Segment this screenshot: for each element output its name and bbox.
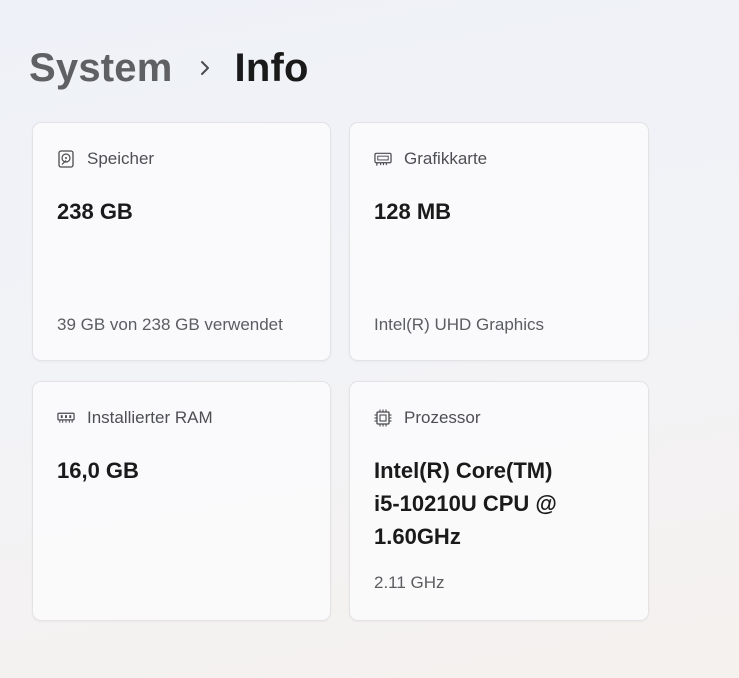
graphics-card-header: Grafikkarte bbox=[374, 149, 487, 169]
processor-value: Intel(R) Core(TM) i5-10210U CPU @ 1.60GH… bbox=[374, 454, 604, 553]
processor-value-line: i5-10210U CPU @ bbox=[374, 491, 557, 516]
ram-card[interactable]: Installierter RAM 16,0 GB bbox=[32, 381, 331, 621]
storage-value: 238 GB bbox=[57, 199, 133, 224]
breadcrumb: System Info bbox=[29, 42, 309, 94]
graphics-adapter-name: Intel(R) UHD Graphics bbox=[374, 315, 545, 334]
graphics-memory-value: 128 MB bbox=[374, 199, 452, 224]
ram-value: 16,0 GB bbox=[57, 458, 139, 483]
storage-card-title: Speicher bbox=[87, 149, 155, 168]
processor-value-line: 1.60GHz bbox=[374, 524, 461, 549]
graphics-card[interactable]: Grafikkarte 128 MB Intel(R) UHD Graphics bbox=[349, 122, 649, 361]
processor-speed: 2.11 GHz bbox=[374, 573, 445, 592]
graphics-card-icon bbox=[374, 150, 392, 168]
processor-icon bbox=[374, 409, 392, 427]
processor-value-line: Intel(R) Core(TM) bbox=[374, 458, 553, 483]
page-title: Info bbox=[234, 45, 309, 90]
storage-card-header: Speicher bbox=[57, 149, 154, 169]
ram-card-title: Installierter RAM bbox=[87, 408, 213, 427]
breadcrumb-system-link[interactable]: System bbox=[29, 46, 173, 91]
graphics-card-title: Grafikkarte bbox=[404, 149, 488, 168]
processor-card-title: Prozessor bbox=[404, 408, 481, 427]
storage-card[interactable]: Speicher 238 GB 39 GB von 238 GB verwend… bbox=[32, 122, 331, 361]
ram-icon bbox=[57, 409, 75, 427]
storage-usage: 39 GB von 238 GB verwendet bbox=[57, 315, 283, 334]
hard-drive-icon bbox=[57, 150, 75, 168]
processor-card[interactable]: Prozessor Intel(R) Core(TM) i5-10210U CP… bbox=[349, 381, 649, 621]
processor-card-header: Prozessor bbox=[374, 408, 481, 428]
chevron-right-icon bbox=[183, 59, 227, 77]
ram-card-header: Installierter RAM bbox=[57, 408, 213, 428]
